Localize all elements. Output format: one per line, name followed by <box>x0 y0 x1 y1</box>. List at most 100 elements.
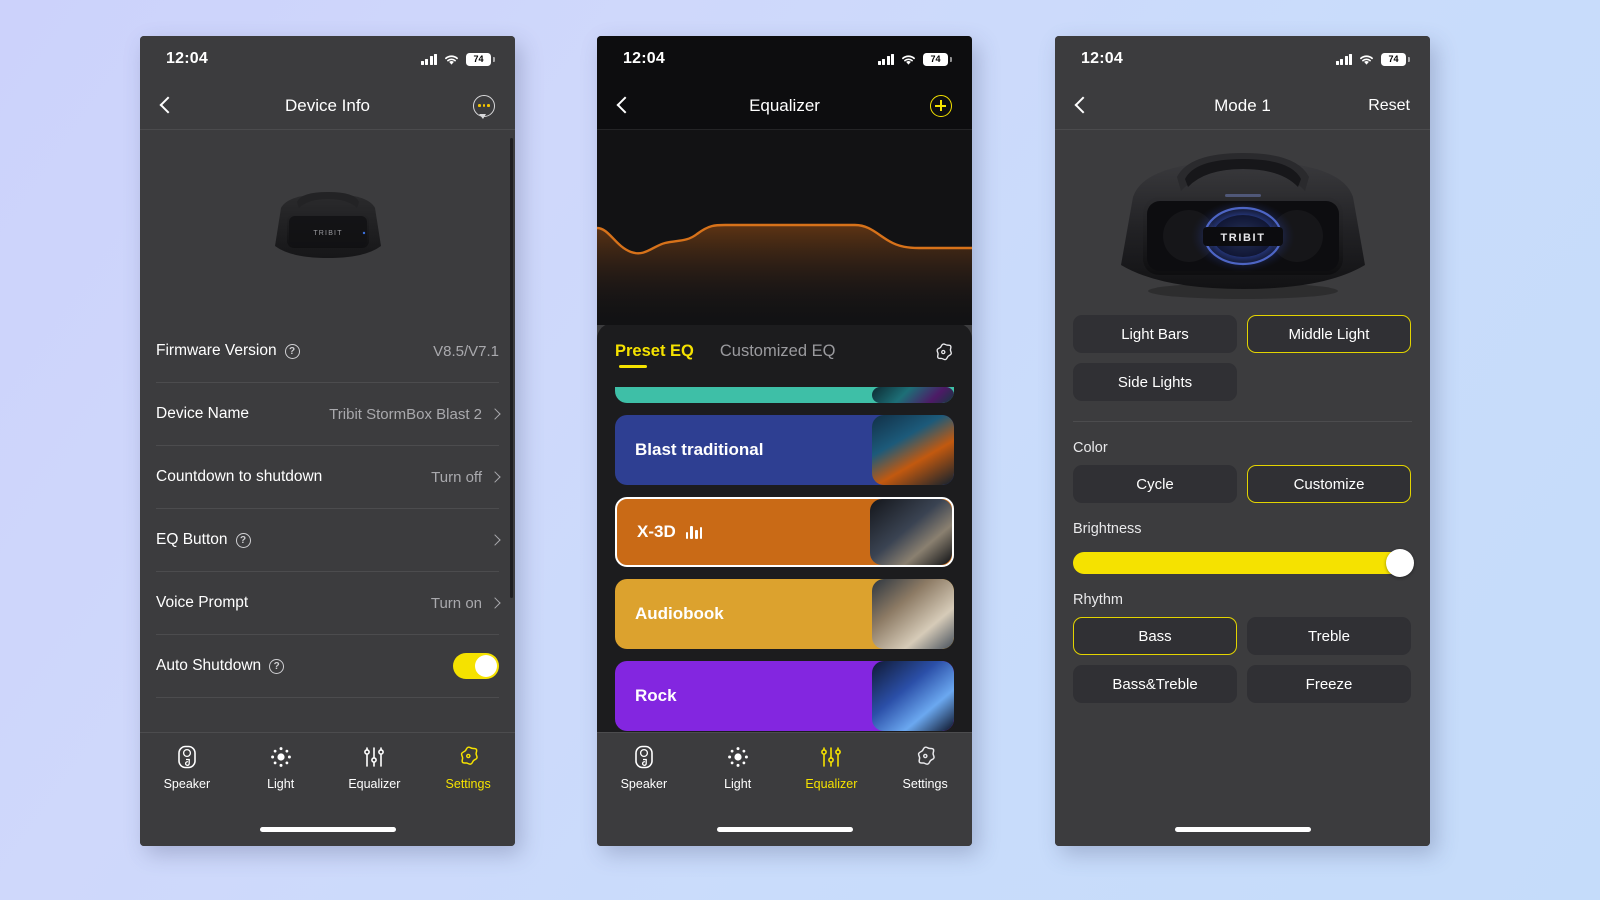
battery-level: 74 <box>473 54 484 64</box>
equalizer-sliders-icon <box>362 745 386 769</box>
brightness-slider[interactable] <box>1073 549 1414 577</box>
battery-icon: 74 <box>466 52 495 66</box>
preset-card-x-3d[interactable]: X-3D <box>615 497 954 567</box>
tab-label: Speaker <box>163 777 211 791</box>
cellular-bars-icon <box>1335 53 1352 65</box>
back-button[interactable] <box>1075 96 1086 115</box>
preset-thumbnail <box>870 499 952 565</box>
eq-bars-icon <box>685 525 703 539</box>
home-indicator[interactable] <box>259 826 396 832</box>
color-cycle-button[interactable]: Cycle <box>1073 465 1237 503</box>
zone-middle-light[interactable]: Middle Light <box>1247 315 1411 353</box>
status-bar: 12:04 74 <box>140 36 515 82</box>
status-time: 12:04 <box>1081 50 1123 67</box>
speaker-icon <box>177 745 197 769</box>
rhythm-mode-buttons[interactable]: Bass Treble Bass&Treble Freeze <box>1073 617 1412 703</box>
tab-label: Light <box>267 777 295 791</box>
eq-response-curve <box>597 130 972 325</box>
auto-shutdown-toggle[interactable] <box>453 653 499 679</box>
row-label: Voice Prompt <box>156 594 249 611</box>
chat-bubble-button[interactable] <box>473 94 495 119</box>
tab-light[interactable]: Light <box>234 745 328 791</box>
gear-icon <box>936 342 952 360</box>
row-label: Firmware Version <box>156 342 277 359</box>
bottom-tab-bar: Speaker Light Equalizer Settings <box>140 732 515 812</box>
row-label: Countdown to shutdown <box>156 468 323 485</box>
home-indicator-bar <box>1055 812 1430 846</box>
row-voice-prompt[interactable]: Voice Prompt Turn on <box>156 572 501 635</box>
light-sun-icon <box>270 745 292 769</box>
row-value: Tribit StormBox Blast 2 <box>329 405 482 423</box>
tab-light[interactable]: Light <box>691 745 785 791</box>
rhythm-bass-treble-button[interactable]: Bass&Treble <box>1073 665 1237 703</box>
row-countdown-to-shutdown[interactable]: Countdown to shutdown Turn off <box>156 446 501 509</box>
nav-bar: Equalizer <box>597 82 972 130</box>
row-device-name[interactable]: Device Name Tribit StormBox Blast 2 <box>156 383 501 446</box>
light-sun-icon <box>727 745 749 769</box>
preset-card-blast-traditional[interactable]: Blast traditional <box>615 415 954 485</box>
help-icon[interactable]: ? <box>269 658 285 674</box>
row-value: Turn off <box>431 468 482 486</box>
battery-icon: 74 <box>1381 52 1410 66</box>
home-indicator[interactable] <box>716 826 853 832</box>
tab-customized-eq[interactable]: Customized EQ <box>720 342 836 368</box>
tab-label: Settings <box>902 777 948 791</box>
tab-label: Settings <box>445 777 491 791</box>
tab-speaker[interactable]: Speaker <box>597 745 691 791</box>
row-value: V8.5/V7.1 <box>433 342 499 360</box>
tab-label: Equalizer <box>805 777 858 791</box>
status-time: 12:04 <box>166 50 208 67</box>
settings-gear-icon <box>456 745 480 769</box>
eq-tab-row: Preset EQ Customized EQ <box>597 323 972 387</box>
tab-speaker[interactable]: Speaker <box>140 745 234 791</box>
chevron-right-icon <box>489 597 501 609</box>
home-indicator-bar <box>140 812 515 846</box>
preset-card-audiobook[interactable]: Audiobook <box>615 579 954 649</box>
preset-card[interactable] <box>615 387 954 403</box>
tab-settings[interactable]: Settings <box>878 745 972 791</box>
row-auto-shutdown[interactable]: Auto Shutdown ? <box>156 635 499 698</box>
rhythm-bass-button[interactable]: Bass <box>1073 617 1237 655</box>
wifi-icon <box>902 54 915 65</box>
help-icon[interactable]: ? <box>235 532 251 548</box>
color-customize-button[interactable]: Customize <box>1247 465 1411 503</box>
rhythm-freeze-button[interactable]: Freeze <box>1247 665 1411 703</box>
help-icon[interactable]: ? <box>284 343 300 359</box>
svg-text:TRIBIT: TRIBIT <box>1220 232 1265 244</box>
back-button[interactable] <box>160 96 171 115</box>
status-icons: 74 <box>1335 52 1410 66</box>
brightness-slider-knob[interactable] <box>1386 549 1414 577</box>
zone-light-bars[interactable]: Light Bars <box>1073 315 1237 353</box>
status-bar: 12:04 74 <box>597 36 972 82</box>
svg-text:TRIBIT: TRIBIT <box>313 230 342 237</box>
color-mode-buttons[interactable]: Cycle Customize <box>1073 465 1412 503</box>
row-label: Device Name <box>156 405 250 422</box>
home-indicator[interactable] <box>1174 826 1311 832</box>
row-firmware-version[interactable]: Firmware Version ? V8.5/V7.1 <box>156 320 499 383</box>
speaker-illustration: TRIBIT <box>1120 152 1365 299</box>
tab-preset-eq[interactable]: Preset EQ <box>615 342 694 368</box>
phone-light-mode: 12:04 74 Mode 1 Reset TRIBIT Light Bars … <box>1055 36 1430 846</box>
tab-equalizer[interactable]: Equalizer <box>785 745 879 791</box>
preset-card-rock[interactable]: Rock <box>615 661 954 731</box>
preset-name: Rock <box>635 686 677 705</box>
reset-button[interactable]: Reset <box>1368 97 1410 115</box>
color-section-label: Color <box>1073 440 1108 456</box>
settings-list: Firmware Version ? V8.5/V7.1 Device Name… <box>140 320 515 732</box>
tab-equalizer[interactable]: Equalizer <box>328 745 422 791</box>
phone-equalizer: 12:04 74 Equalizer Preset EQ Customized … <box>597 36 972 846</box>
zone-side-lights[interactable]: Side Lights <box>1073 363 1237 401</box>
scrollbar[interactable] <box>510 138 513 598</box>
light-zone-buttons[interactable]: Light Bars Middle Light Side Lights <box>1073 315 1412 401</box>
preset-list[interactable]: Blast traditional X-3D Audiobook Rock <box>597 387 972 732</box>
tab-settings[interactable]: Settings <box>421 745 515 791</box>
back-button[interactable] <box>617 96 628 115</box>
preset-name-wrap: X-3D <box>637 522 703 542</box>
home-indicator-bar <box>597 812 972 846</box>
add-preset-button[interactable] <box>930 94 952 117</box>
chevron-right-icon <box>489 471 501 483</box>
row-eq-button[interactable]: EQ Button ? <box>156 509 501 572</box>
rhythm-treble-button[interactable]: Treble <box>1247 617 1411 655</box>
page-title: Device Info <box>284 95 371 115</box>
eq-settings-button[interactable] <box>932 342 954 369</box>
